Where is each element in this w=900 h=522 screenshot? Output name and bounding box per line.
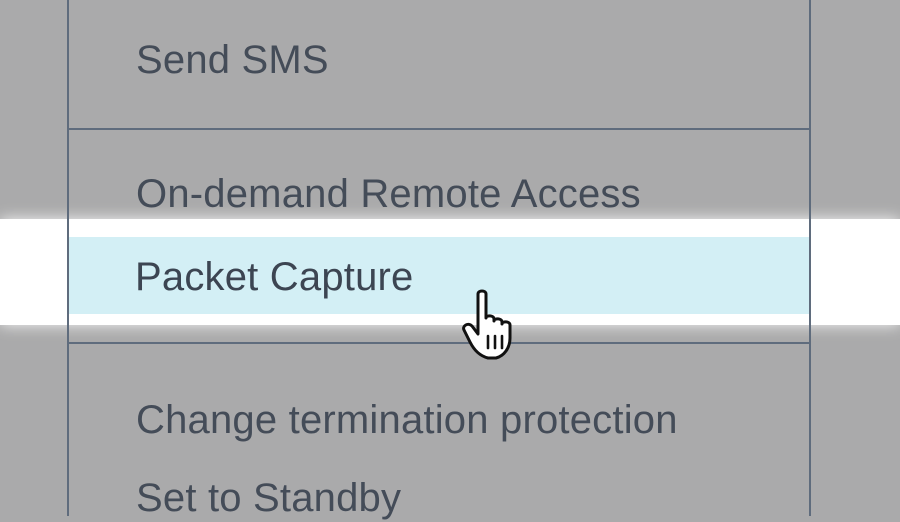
menu-item-label: Packet Capture [135, 255, 414, 299]
menu-divider [69, 342, 809, 344]
menu-item-on-demand-remote-access[interactable]: On-demand Remote Access [136, 170, 641, 218]
menu-divider [69, 128, 809, 130]
menu-item-send-sms[interactable]: Send SMS [136, 36, 329, 84]
menu-item-packet-capture[interactable]: Packet Capture [69, 237, 809, 314]
hand-pointer-icon [462, 289, 512, 360]
menu-item-change-termination-protection[interactable]: Change termination protection [136, 396, 678, 444]
menu-item-set-to-standby[interactable]: Set to Standby [136, 474, 401, 522]
